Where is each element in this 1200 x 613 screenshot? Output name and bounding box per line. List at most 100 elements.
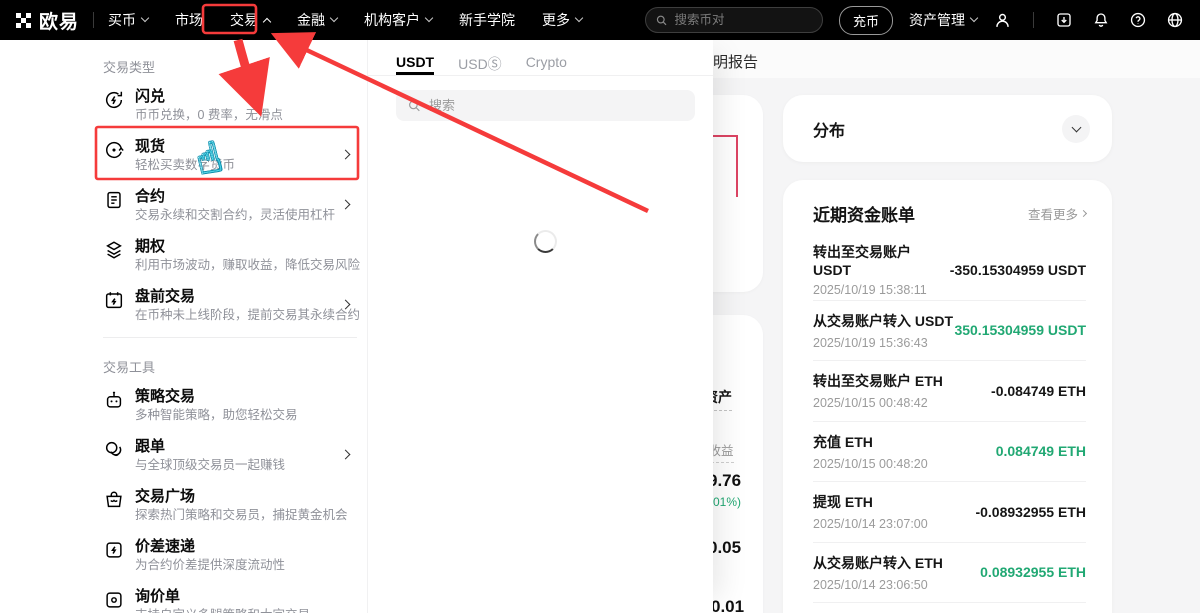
okx-exchange-page: 欧易 买币 市场 交易 金融 机构客户 新手学院 更多 充币 资产管理: [0, 0, 1200, 613]
nav-divider: [93, 12, 94, 28]
menu-item-desc: 交易永续和交割合约，灵活使用杠杆: [135, 208, 335, 222]
menu-item-title: 期权: [135, 238, 165, 255]
nav-menu: 买币 市场 交易 金融 机构客户 新手学院 更多: [108, 10, 582, 30]
bill-row[interactable]: 充值 ETH2025/10/15 00:48:20 0.084749 ETH: [813, 422, 1086, 483]
nav-item-buy[interactable]: 买币: [108, 10, 148, 30]
brand-logo[interactable]: 欧易: [16, 7, 79, 34]
bill-row[interactable]: 从交易账户转入 ETH2025/10/14 23:06:50 0.0893295…: [813, 543, 1086, 604]
menu-item-desc: 利用市场波动，赚取收益，降低交易风险: [135, 258, 360, 272]
menu-item-desc: 为合约价差提供深度流动性: [135, 558, 285, 572]
market-search-box[interactable]: [396, 90, 695, 121]
deposit-button[interactable]: 充币: [839, 6, 893, 35]
strategy-bot-icon: [103, 389, 125, 411]
menu-item-desc: 多种智能策略，助您轻松交易: [135, 408, 298, 422]
help-icon[interactable]: [1129, 11, 1147, 29]
tab-crypto[interactable]: Crypto: [526, 54, 567, 75]
menu-item-desc: 币币兑换，0 费率，无滑点: [135, 108, 283, 122]
bill-row[interactable]: 从交易账户转入 USDT2025/10/19 15:36:43 350.1530…: [813, 301, 1086, 362]
flash-swap-icon: [103, 89, 125, 111]
notifications-bell-icon[interactable]: [1092, 11, 1110, 29]
spot-icon: [103, 139, 125, 161]
bills-title: 近期资金账单: [813, 201, 915, 226]
bill-row[interactable]: 转出至交易账户 ETH2025/10/15 00:48:42 -0.084749…: [813, 361, 1086, 422]
menu-item-spread[interactable]: 价差速递为合约价差提供深度流动性: [103, 531, 357, 581]
nav-item-more[interactable]: 更多: [542, 10, 582, 30]
rfq-icon: [103, 589, 125, 611]
nav-divider: [1033, 12, 1034, 28]
bill-row[interactable]: 转出至交易账户 USDT2025/10/19 15:38:11 -350.153…: [813, 240, 1086, 301]
menu-item-desc: 探索热门策略和交易员，捕捉黄金机会: [135, 508, 348, 522]
user-icon[interactable]: [993, 11, 1012, 30]
menu-item-copy-trading[interactable]: 跟单与全球顶级交易员一起赚钱: [103, 431, 357, 481]
bill-amount: 350.15304959 USDT: [954, 322, 1086, 338]
chevron-up-icon: [263, 18, 271, 26]
bill-amount: 0.084749 ETH: [996, 443, 1086, 459]
menu-item-title: 闪兑: [135, 88, 165, 105]
menu-item-desc: 与全球顶级交易员一起赚钱: [135, 458, 285, 472]
futures-contract-icon: [103, 189, 125, 211]
expand-button[interactable]: [1062, 115, 1090, 143]
menu-item-premarket[interactable]: 盘前交易在币种未上线阶段，提前交易其永续合约: [103, 281, 357, 331]
menu-item-options[interactable]: 期权利用市场波动，赚取收益，降低交易风险: [103, 231, 357, 281]
okx-logo-icon: [16, 13, 31, 28]
market-search-input[interactable]: [429, 98, 683, 113]
menu-item-title: 盘前交易: [135, 288, 195, 305]
quote-tabs: USDT USDⓈ Crypto: [368, 40, 713, 76]
options-layers-icon: [103, 239, 125, 261]
spread-lightning-icon: [103, 539, 125, 561]
search-icon: [656, 14, 667, 27]
globe-language-icon[interactable]: [1166, 11, 1184, 29]
nav-item-institutional[interactable]: 机构客户: [364, 10, 432, 30]
market-list-panel: USDT USDⓈ Crypto: [367, 40, 713, 613]
top-navbar: 欧易 买币 市场 交易 金融 机构客户 新手学院 更多 充币 资产管理: [0, 0, 1200, 40]
tab-usds[interactable]: USDⓈ: [458, 54, 502, 75]
chevron-right-icon: [341, 200, 351, 210]
bill-amount: -0.084749 ETH: [991, 383, 1086, 399]
nav-item-finance[interactable]: 金融: [297, 10, 337, 30]
nav-icon-group: [993, 11, 1184, 30]
search-icon: [408, 99, 421, 113]
menu-section-divider: [103, 337, 357, 338]
menu-item-title: 策略交易: [135, 388, 195, 405]
menu-item-futures[interactable]: 合约交易永续和交割合约，灵活使用杠杆: [103, 181, 357, 231]
chevron-right-icon: [341, 450, 351, 460]
chevron-down-icon: [970, 14, 978, 22]
underlying-annotation-box: [712, 135, 738, 197]
brand-name: 欧易: [39, 7, 79, 34]
nav-item-markets[interactable]: 市场: [175, 10, 203, 30]
pair-search-input[interactable]: [674, 13, 812, 27]
menu-item-desc: 在币种未上线阶段，提前交易其永续合约: [135, 308, 360, 322]
assets-menu[interactable]: 资产管理: [909, 10, 977, 30]
nav-item-academy[interactable]: 新手学院: [459, 10, 515, 30]
menu-item-flash-swap[interactable]: 闪兑币币兑换，0 费率，无滑点: [103, 81, 357, 131]
view-more-link[interactable]: 查看更多: [1028, 204, 1086, 223]
bills-list: 转出至交易账户 USDT2025/10/19 15:38:11 -350.153…: [813, 240, 1086, 603]
section-title-trade-tools: 交易工具: [103, 357, 357, 373]
chevron-down-icon: [141, 14, 149, 22]
recent-bills-card: 近期资金账单 查看更多 转出至交易账户 USDT2025/10/19 15:38…: [783, 180, 1112, 613]
menu-item-rfq[interactable]: 询价单支持自定义多腿策略和大宗交易: [103, 581, 357, 613]
bill-amount: 0.08932955 ETH: [980, 564, 1086, 580]
copy-trading-icon: [103, 439, 125, 461]
bill-row[interactable]: 提现 ETH2025/10/14 23:07:00 -0.08932955 ET…: [813, 482, 1086, 543]
nav-item-trade[interactable]: 交易: [230, 10, 270, 30]
premarket-calendar-icon: [103, 289, 125, 311]
menu-item-strategy[interactable]: 策略交易多种智能策略，助您轻松交易: [103, 381, 357, 431]
marketplace-cart-icon: [103, 489, 125, 511]
report-link-fragment[interactable]: 明报告: [713, 51, 758, 72]
menu-item-title: 现货: [135, 138, 165, 155]
pair-search-box[interactable]: [645, 7, 823, 33]
tab-usdt[interactable]: USDT: [396, 54, 434, 75]
section-title-trade-types: 交易类型: [103, 57, 357, 73]
asset-value-fragment: 0.01: [711, 597, 744, 613]
menu-item-spot[interactable]: 现货轻松买卖数字货币: [103, 131, 357, 181]
bill-amount: -0.08932955 ETH: [975, 504, 1086, 520]
menu-item-title: 询价单: [135, 588, 180, 605]
menu-item-title: 合约: [135, 188, 165, 205]
download-app-icon[interactable]: [1055, 11, 1073, 29]
chevron-down-icon: [330, 14, 338, 22]
distribution-card: 分布: [783, 95, 1112, 162]
chevron-down-icon: [1071, 122, 1081, 132]
bill-amount: -350.15304959 USDT: [950, 262, 1086, 278]
menu-item-marketplace[interactable]: 交易广场探索热门策略和交易员，捕捉黄金机会: [103, 481, 357, 531]
